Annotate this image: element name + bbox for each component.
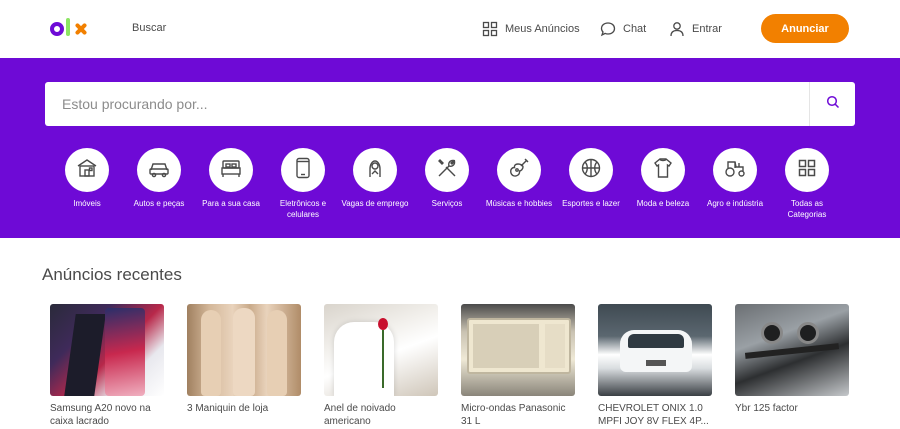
listing-card[interactable]: Ybr 125 factor bbox=[735, 304, 849, 415]
category-list: Imóveis Autos e peças Para a sua casa El… bbox=[51, 148, 861, 238]
listing-title: CHEVROLET ONIX 1.0 MPFI JOY 8V FLEX 4P..… bbox=[598, 403, 709, 427]
category-imoveis[interactable]: Imóveis bbox=[51, 148, 123, 209]
category-eletronicos[interactable]: Eletrônicos e celulares bbox=[267, 148, 339, 220]
category-label: Moda e beleza bbox=[636, 199, 690, 208]
login-label: Entrar bbox=[692, 23, 722, 35]
search-input[interactable] bbox=[45, 82, 808, 126]
category-label: Músicas e hobbies bbox=[485, 199, 553, 208]
user-icon bbox=[668, 20, 686, 38]
listing-title: Micro-ondas Panasonic 31 L bbox=[461, 403, 566, 427]
recent-ads-title: Anúncios recentes bbox=[42, 265, 182, 284]
category-moda[interactable]: Moda e beleza bbox=[627, 148, 699, 209]
login-link[interactable]: Entrar bbox=[668, 18, 722, 40]
listing-photo bbox=[461, 304, 575, 396]
category-label: Autos e peças bbox=[133, 199, 185, 208]
search-icon bbox=[826, 95, 840, 114]
chat-label: Chat bbox=[623, 23, 647, 35]
post-ad-button[interactable]: Anunciar bbox=[761, 14, 849, 43]
hero-band: Imóveis Autos e peças Para a sua casa El… bbox=[0, 58, 900, 238]
phone-icon bbox=[291, 156, 315, 185]
category-label: Imóveis bbox=[73, 199, 101, 208]
shirt-icon bbox=[651, 156, 675, 185]
recent-ads-list: Samsung A20 novo na caixa lacrado 3 Mani… bbox=[50, 304, 860, 429]
category-vagas[interactable]: Vagas de emprego bbox=[339, 148, 411, 209]
listing-photo bbox=[598, 304, 712, 396]
search-nav-link[interactable]: Buscar bbox=[132, 22, 166, 34]
listing-title: Samsung A20 novo na caixa lacrado bbox=[50, 403, 151, 427]
my-ads-link[interactable]: Meus Anúncios bbox=[481, 18, 580, 40]
listing-card[interactable]: Samsung A20 novo na caixa lacrado bbox=[50, 304, 164, 428]
house-icon bbox=[75, 156, 99, 185]
listing-title: Anel de noivado americano bbox=[324, 403, 396, 427]
tractor-icon bbox=[723, 156, 747, 185]
bed-icon bbox=[219, 156, 243, 185]
category-label: Todas as Categorias bbox=[787, 199, 827, 219]
listing-photo bbox=[50, 304, 164, 396]
category-label: Serviços bbox=[431, 199, 463, 208]
chat-link[interactable]: Chat bbox=[599, 18, 646, 40]
guitar-icon bbox=[507, 156, 531, 185]
listing-title: 3 Maniquin de loja bbox=[187, 403, 269, 414]
olx-logo[interactable] bbox=[50, 18, 88, 40]
my-ads-label: Meus Anúncios bbox=[505, 23, 580, 35]
category-label: Agro e indústria bbox=[706, 199, 764, 208]
listing-title: Ybr 125 factor bbox=[735, 403, 798, 414]
category-label: Esportes e lazer bbox=[562, 199, 620, 208]
category-autos[interactable]: Autos e peças bbox=[123, 148, 195, 209]
listing-photo bbox=[324, 304, 438, 396]
grid-icon bbox=[481, 20, 499, 38]
category-label: Vagas de emprego bbox=[341, 199, 409, 208]
chat-bubble-icon bbox=[599, 20, 617, 38]
tools-icon bbox=[435, 156, 459, 185]
listing-photo bbox=[187, 304, 301, 396]
listing-card[interactable]: 3 Maniquin de loja bbox=[187, 304, 301, 415]
person-icon bbox=[363, 156, 387, 185]
search-button[interactable] bbox=[809, 82, 855, 126]
category-musicas[interactable]: Músicas e hobbies bbox=[483, 148, 555, 209]
top-header: Buscar Meus Anúncios Chat Entrar Anuncia… bbox=[0, 0, 900, 58]
category-servicos[interactable]: Serviços bbox=[411, 148, 483, 209]
listing-photo bbox=[735, 304, 849, 396]
listing-card[interactable]: CHEVROLET ONIX 1.0 MPFI JOY 8V FLEX 4P..… bbox=[598, 304, 712, 428]
listing-card[interactable]: Anel de noivado americano bbox=[324, 304, 438, 428]
category-agro[interactable]: Agro e indústria bbox=[699, 148, 771, 209]
category-label: Eletrônicos e celulares bbox=[279, 199, 327, 219]
ball-icon bbox=[579, 156, 603, 185]
grid-icon bbox=[797, 158, 817, 183]
car-icon bbox=[147, 156, 171, 185]
listing-card[interactable]: Micro-ondas Panasonic 31 L bbox=[461, 304, 575, 428]
category-label: Para a sua casa bbox=[202, 199, 260, 208]
search-bar bbox=[45, 82, 855, 126]
category-esportes[interactable]: Esportes e lazer bbox=[555, 148, 627, 209]
category-todas[interactable]: Todas as Categorias bbox=[771, 148, 843, 220]
category-casa[interactable]: Para a sua casa bbox=[195, 148, 267, 209]
